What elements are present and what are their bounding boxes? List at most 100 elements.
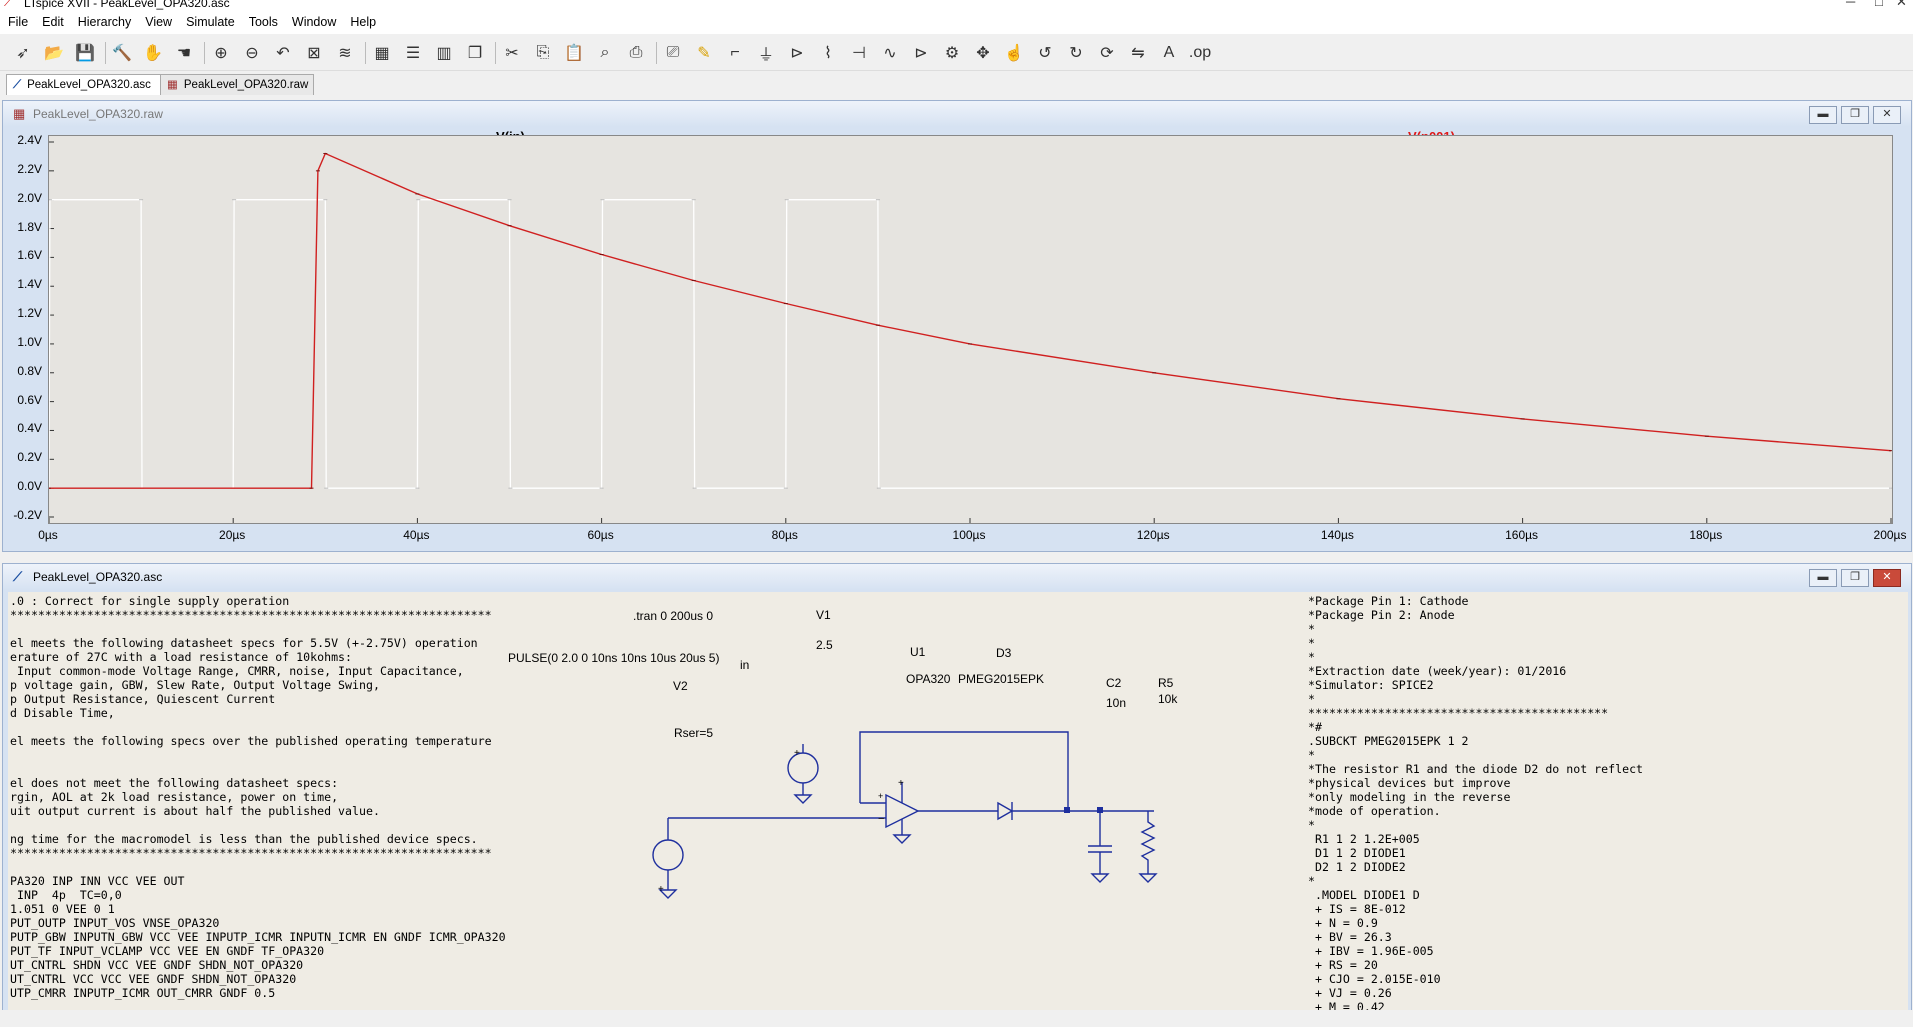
net-label-in[interactable]: in — [740, 658, 749, 672]
y-tick-label: 0.2V — [17, 450, 42, 465]
wire-icon[interactable]: ⌐ — [722, 40, 748, 66]
waveform-close-button[interactable]: ✕ — [1873, 106, 1901, 124]
save-icon[interactable]: 💾 — [72, 40, 98, 66]
tab-waveform[interactable]: ▦ PeakLevel_OPA320.raw — [160, 74, 314, 95]
u1-part[interactable]: OPA320 — [906, 672, 950, 686]
d3-name[interactable]: D3 — [996, 646, 1011, 660]
zoom-out-icon[interactable]: ⊖ — [239, 40, 265, 66]
print-icon[interactable]: ⎙ — [623, 40, 649, 66]
text-icon[interactable]: A — [1156, 40, 1182, 66]
label-net-icon[interactable]: ⊳ — [784, 40, 810, 66]
waveform-icon: ▦ — [167, 79, 178, 91]
v2-name[interactable]: V2 — [673, 679, 688, 693]
pencil-icon[interactable]: ✎ — [691, 40, 717, 66]
y-tick-label: 1.6V — [17, 248, 42, 263]
menu-edit[interactable]: Edit — [34, 12, 70, 29]
schematic-minimize-button[interactable]: ▬ — [1809, 569, 1837, 587]
r5-value[interactable]: 10k — [1158, 692, 1177, 706]
waveform-restore-button[interactable]: ❐ — [1841, 106, 1869, 124]
redo-icon[interactable]: ↻ — [1063, 40, 1089, 66]
waveform-minimize-button[interactable]: ▬ — [1809, 106, 1837, 124]
tile-vertical-icon[interactable]: ▥ — [431, 40, 457, 66]
window-title: LTspice XVII - PeakLevel_OPA320.asc — [24, 0, 230, 10]
schematic-close-button[interactable]: ✕ — [1873, 569, 1901, 587]
menu-tools[interactable]: Tools — [241, 12, 284, 29]
inductor-icon[interactable]: ∿ — [877, 40, 903, 66]
diode-d3-symbol — [997, 801, 1014, 821]
drag-icon[interactable]: ☝ — [1001, 40, 1027, 66]
y-tick-label: 2.0V — [17, 190, 42, 205]
y-tick-label: 0.0V — [17, 479, 42, 494]
zoom-in-icon[interactable]: ⊕ — [208, 40, 234, 66]
x-tick-label: 20µs — [219, 528, 246, 542]
d3-part[interactable]: PMEG2015EPK — [958, 672, 1044, 686]
component-icon[interactable]: ⚙ — [939, 40, 965, 66]
tab-schematic[interactable]: ⟋ PeakLevel_OPA320.asc — [6, 74, 168, 95]
v2-param[interactable]: Rser=5 — [674, 726, 713, 740]
ltspice-app-icon: ⟋ — [4, 0, 12, 9]
plot-area[interactable] — [47, 135, 1893, 524]
grid-icon[interactable]: ▦ — [369, 40, 395, 66]
tran-directive[interactable]: .tran 0 200us 0 — [633, 609, 713, 623]
undo-icon[interactable]: ↺ — [1032, 40, 1058, 66]
u1-name[interactable]: U1 — [910, 645, 925, 659]
ground-icon[interactable]: ⏚ — [753, 40, 779, 66]
menu-hierarchy[interactable]: Hierarchy — [70, 12, 138, 29]
capacitor-icon[interactable]: ⊣ — [846, 40, 872, 66]
y-tick-label: 1.0V — [17, 334, 42, 349]
c2-name[interactable]: C2 — [1106, 676, 1121, 690]
x-tick-label: 160µs — [1505, 528, 1539, 542]
waveform-window-title: PeakLevel_OPA320.raw — [33, 107, 163, 121]
v1-name[interactable]: V1 — [816, 608, 831, 622]
menu-file[interactable]: File — [0, 12, 34, 29]
minimize-button[interactable]: ─ — [1846, 0, 1855, 9]
maximize-button[interactable]: □ — [1875, 0, 1883, 9]
c2-value[interactable]: 10n — [1106, 696, 1126, 710]
x-tick-label: 120µs — [1136, 528, 1170, 542]
x-tick-label: 80µs — [771, 528, 798, 542]
menu-window[interactable]: Window — [284, 12, 342, 29]
r5-name[interactable]: R5 — [1158, 676, 1173, 690]
schematic-window-title: PeakLevel_OPA320.asc — [33, 570, 163, 584]
tile-horizontal-icon[interactable]: ☰ — [400, 40, 426, 66]
rotate-icon[interactable]: ⟳ — [1094, 40, 1120, 66]
print-preview-icon[interactable]: ⎚ — [660, 40, 686, 66]
resistor-r5-symbol — [1140, 811, 1156, 874]
feedback-wire — [859, 731, 1069, 811]
menu-help[interactable]: Help — [342, 12, 382, 29]
menu-simulate[interactable]: Simulate — [178, 12, 241, 29]
document-tabs: ⟋ PeakLevel_OPA320.asc ▦ PeakLevel_OPA320.… — [0, 72, 1913, 96]
schematic-canvas[interactable]: .0 : Correct for single supply operation… — [8, 592, 1908, 1010]
pan-hand-icon[interactable]: ☚ — [171, 40, 197, 66]
cascade-icon[interactable]: ❐ — [462, 40, 488, 66]
schematic-restore-button[interactable]: ❐ — [1841, 569, 1869, 587]
run-icon[interactable]: ➶ — [10, 40, 36, 66]
paste-icon[interactable]: 📋 — [561, 40, 587, 66]
y-tick-label: 1.8V — [17, 219, 42, 234]
copy-icon[interactable]: ⎘ — [530, 40, 556, 66]
control-panel-icon[interactable]: 🔨 — [109, 40, 135, 66]
tab-schematic-label: PeakLevel_OPA320.asc — [27, 79, 151, 91]
spice-directive-icon[interactable]: .op — [1187, 40, 1213, 66]
halt-icon[interactable]: ✋ — [140, 40, 166, 66]
autorange-icon[interactable]: ≋ — [332, 40, 358, 66]
zoom-back-icon[interactable]: ↶ — [270, 40, 296, 66]
v1-value[interactable]: 2.5 — [816, 638, 833, 652]
y-tick-label: 1.4V — [17, 277, 42, 292]
zoom-fit-icon[interactable]: ⊠ — [301, 40, 327, 66]
x-tick-label: 140µs — [1320, 528, 1354, 542]
resistor-icon[interactable]: ⌇ — [815, 40, 841, 66]
move-icon[interactable]: ✥ — [970, 40, 996, 66]
y-tick-label: 2.2V — [17, 161, 42, 176]
circuit-drawing: + + + + − — [652, 731, 1158, 899]
menu-view[interactable]: View — [137, 12, 178, 29]
open-icon[interactable]: 📂 — [41, 40, 67, 66]
mirror-icon[interactable]: ⇋ — [1125, 40, 1151, 66]
pulse-value[interactable]: PULSE(0 2.0 0 10ns 10ns 10us 20us 5) — [508, 651, 719, 665]
waveform-plot[interactable] — [47, 136, 1893, 523]
close-button[interactable]: ✕ — [1896, 0, 1907, 10]
find-icon[interactable]: ⌕ — [592, 40, 618, 66]
waveform-window-titlebar: ▦ PeakLevel_OPA320.raw ▬ ❐ ✕ — [3, 101, 1911, 127]
diode-icon[interactable]: ⊳ — [908, 40, 934, 66]
cut-icon[interactable]: ✂ — [499, 40, 525, 66]
